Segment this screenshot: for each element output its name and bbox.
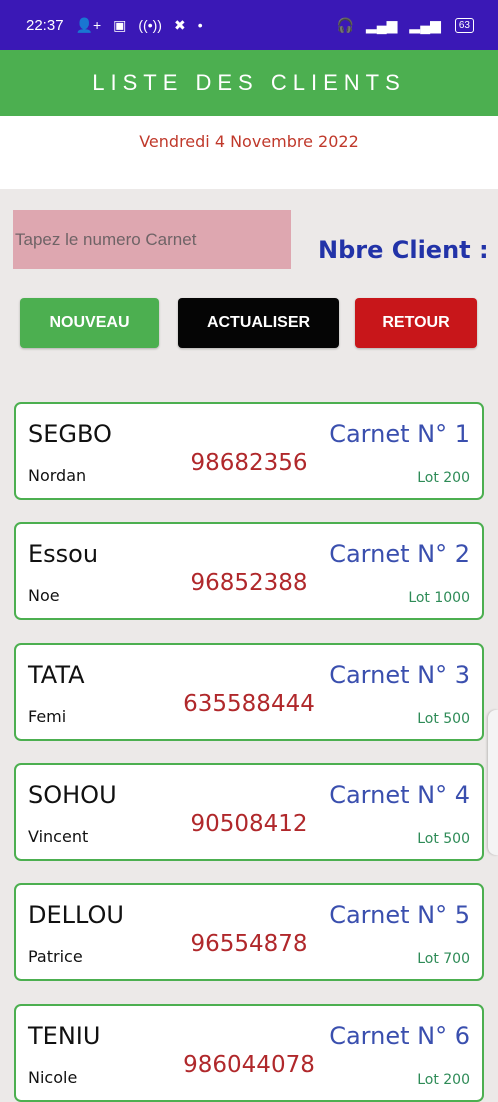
status-left: 22:37 👤+ ▣ ((•)) ✖ • <box>26 17 203 34</box>
client-card[interactable]: SOHOU Vincent Carnet N° 4 90508412 Lot 5… <box>14 763 484 861</box>
client-phone: 98682356 <box>190 450 308 476</box>
client-carnet: Carnet N° 1 <box>329 420 470 448</box>
client-lot: Lot 200 <box>417 470 470 486</box>
client-carnet: Carnet N° 2 <box>329 540 470 568</box>
new-button[interactable]: NOUVEAU <box>20 298 159 348</box>
headset-icon: 🎧 <box>336 17 354 33</box>
current-date: Vendredi 4 Novembre 2022 <box>139 132 359 151</box>
signal-icon-2: ▂▄▆ <box>409 17 441 33</box>
x-icon: ✖ <box>173 17 186 33</box>
client-lot: Lot 700 <box>417 951 470 967</box>
page-title: LISTE DES CLIENTS <box>92 70 406 95</box>
client-lot: Lot 500 <box>417 711 470 727</box>
client-card[interactable]: DELLOU Patrice Carnet N° 5 96554878 Lot … <box>14 883 484 981</box>
game-icon: ▣ <box>113 17 127 33</box>
hotspot-icon: ((•)) <box>138 17 162 33</box>
client-name: TATA <box>28 661 85 689</box>
client-name: Essou <box>28 540 99 568</box>
battery-icon: 63 <box>454 17 474 33</box>
client-phone: 96554878 <box>190 931 308 957</box>
client-carnet: Carnet N° 3 <box>329 661 470 689</box>
client-name: SOHOU <box>28 781 117 809</box>
status-right: 🎧 ▂▄▆ ▂▄▆ 63 <box>336 17 474 33</box>
client-count: Nbre Client : 8 <box>318 236 498 264</box>
client-lot: Lot 200 <box>417 1072 470 1088</box>
status-bar: 22:37 👤+ ▣ ((•)) ✖ • 🎧 ▂▄▆ ▂▄▆ 63 <box>0 0 498 50</box>
client-carnet: Carnet N° 6 <box>329 1022 470 1050</box>
dot-icon: • <box>197 17 203 33</box>
client-name: SEGBO <box>28 420 112 448</box>
client-name: DELLOU <box>28 901 124 929</box>
back-button[interactable]: RETOUR <box>355 298 477 348</box>
client-phone: 986044078 <box>183 1052 315 1078</box>
client-carnet: Carnet N° 5 <box>329 901 470 929</box>
client-lot: Lot 1000 <box>408 590 470 606</box>
carnet-search-input[interactable] <box>13 210 291 269</box>
date-band: Vendredi 4 Novembre 2022 <box>0 116 498 189</box>
signal-icon: ▂▄▆ <box>365 17 398 33</box>
status-time: 22:37 <box>26 16 64 34</box>
client-lot: Lot 500 <box>417 831 470 847</box>
client-carnet: Carnet N° 4 <box>329 781 470 809</box>
refresh-button[interactable]: ACTUALISER <box>178 298 339 348</box>
client-card[interactable]: SEGBO Nordan Carnet N° 1 98682356 Lot 20… <box>14 402 484 500</box>
client-name: TENIU <box>28 1022 101 1050</box>
scroll-handle[interactable] <box>488 710 498 855</box>
client-phone: 90508412 <box>190 811 308 837</box>
client-card[interactable]: TENIU Nicole Carnet N° 6 986044078 Lot 2… <box>14 1004 484 1102</box>
client-phone: 635588444 <box>183 691 315 717</box>
title-bar: LISTE DES CLIENTS <box>0 50 498 116</box>
client-card[interactable]: Essou Noe Carnet N° 2 96852388 Lot 1000 <box>14 522 484 620</box>
add-person-icon: 👤+ <box>75 17 102 33</box>
client-card[interactable]: TATA Femi Carnet N° 3 635588444 Lot 500 <box>14 643 484 741</box>
